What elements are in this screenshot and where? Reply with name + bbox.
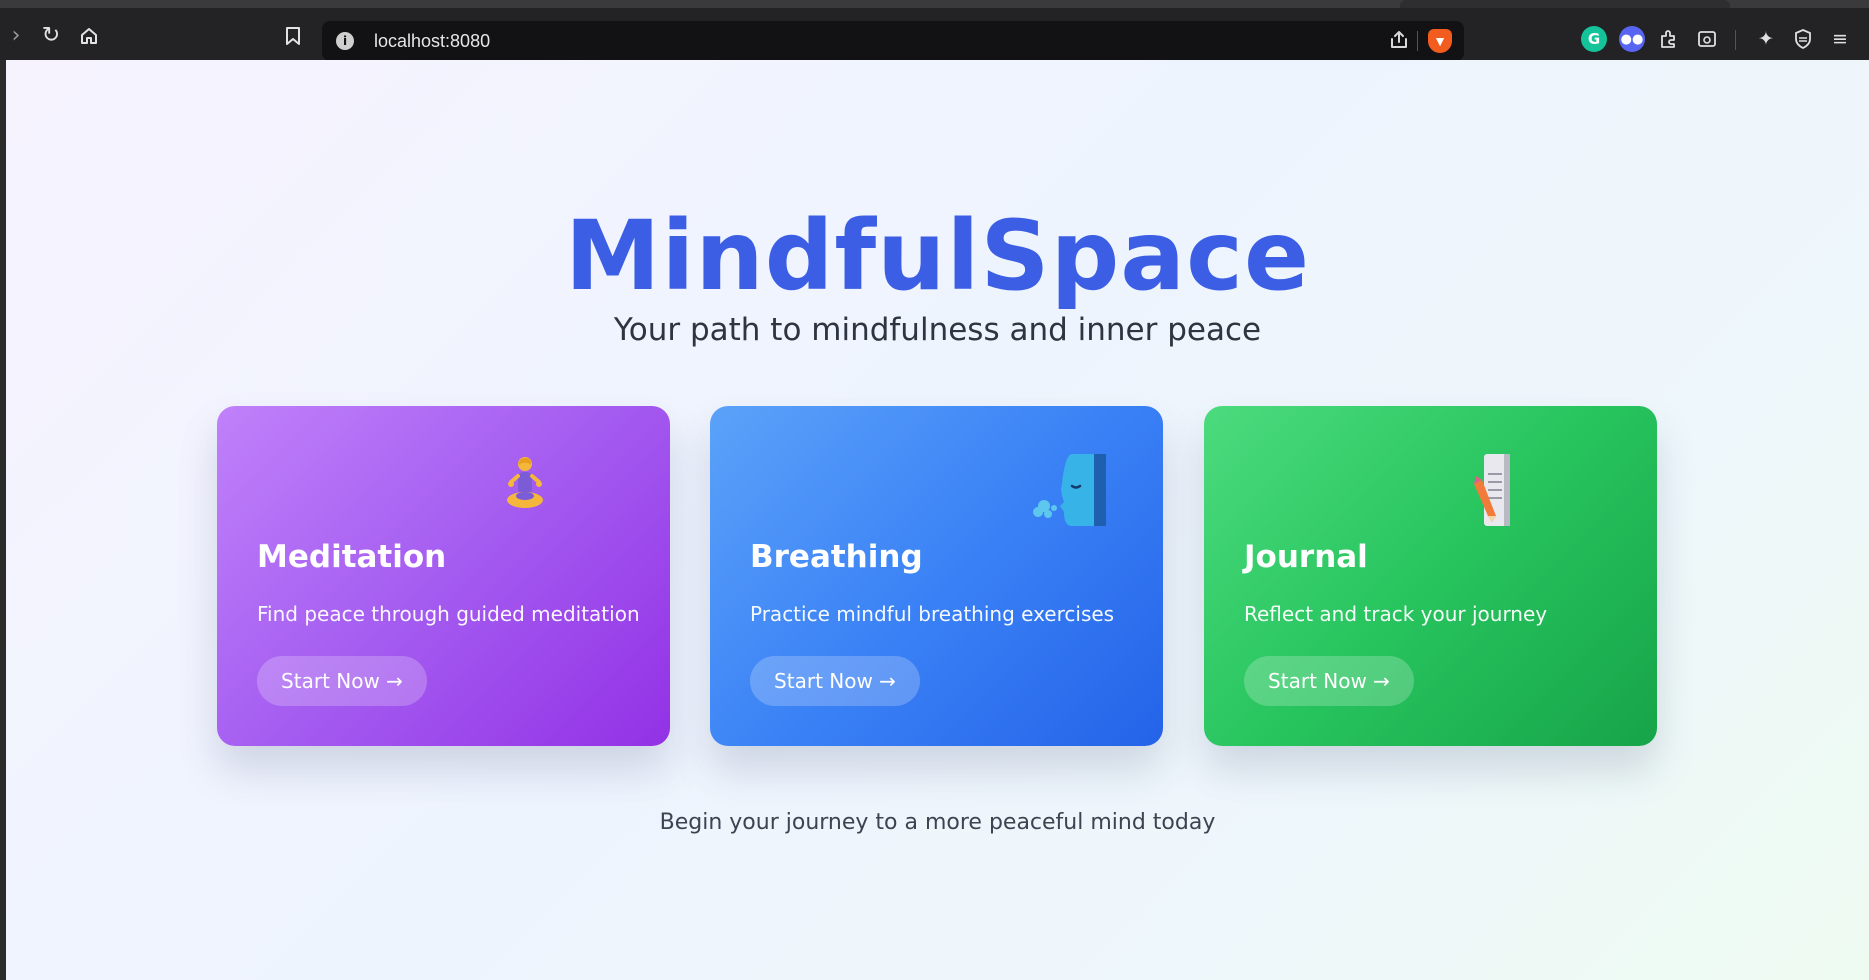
extensions-icon[interactable] xyxy=(1656,26,1682,52)
page-viewport: MindfulSpace Your path to mindfulness an… xyxy=(6,60,1869,980)
face-exhaling-icon xyxy=(1032,450,1112,530)
start-now-button-journal[interactable]: Start Now → xyxy=(1244,656,1414,706)
brave-shields-icon[interactable]: ▼ xyxy=(1428,29,1452,53)
card-breathing[interactable]: Breathing Practice mindful breathing exe… xyxy=(710,406,1163,746)
urlbar-divider xyxy=(1417,31,1418,51)
url-text[interactable]: localhost:8080 xyxy=(374,31,490,52)
discord-icon[interactable]: ●● xyxy=(1619,26,1645,52)
menu-icon[interactable]: ≡ xyxy=(1827,26,1853,52)
card-title: Journal xyxy=(1244,539,1368,575)
share-icon[interactable] xyxy=(1388,29,1410,56)
home-icon[interactable] xyxy=(73,20,105,52)
card-meditation[interactable]: Meditation Find peace through guided med… xyxy=(217,406,670,746)
start-now-button-meditation[interactable]: Start Now → xyxy=(257,656,427,706)
page-title: MindfulSpace xyxy=(564,200,1311,312)
active-tab-edge xyxy=(1400,0,1730,8)
reader-icon[interactable] xyxy=(1694,26,1720,52)
card-journal[interactable]: Journal Reflect and track your journey S… xyxy=(1204,406,1657,746)
card-title: Breathing xyxy=(750,539,923,575)
grammarly-icon[interactable]: G xyxy=(1581,26,1607,52)
browser-toolbar: › ↻ i localhost:8080 ▼ G ●● ✦ ≡ xyxy=(0,0,1869,61)
card-description: Find peace through guided meditation xyxy=(257,602,640,626)
notebook-pencil-icon xyxy=(1454,450,1534,530)
toolbar-divider xyxy=(1735,30,1736,50)
bookmark-icon[interactable] xyxy=(277,20,309,52)
card-description: Reflect and track your journey xyxy=(1244,602,1548,626)
forward-icon[interactable]: › xyxy=(0,20,32,52)
card-description: Practice mindful breathing exercises xyxy=(750,602,1115,626)
meditating-person-icon xyxy=(485,450,565,530)
footer-text: Begin your journey to a more peaceful mi… xyxy=(659,810,1216,835)
card-title: Meditation xyxy=(257,539,447,575)
address-bar[interactable]: i localhost:8080 ▼ xyxy=(322,21,1464,61)
brave-vpn-icon[interactable] xyxy=(1790,26,1816,52)
tagline: Your path to mindfulness and inner peace xyxy=(613,312,1262,348)
site-info-icon[interactable]: i xyxy=(336,32,354,50)
start-now-button-breathing[interactable]: Start Now → xyxy=(750,656,920,706)
leo-ai-icon[interactable]: ✦ xyxy=(1753,26,1779,52)
reload-icon[interactable]: ↻ xyxy=(35,20,67,52)
